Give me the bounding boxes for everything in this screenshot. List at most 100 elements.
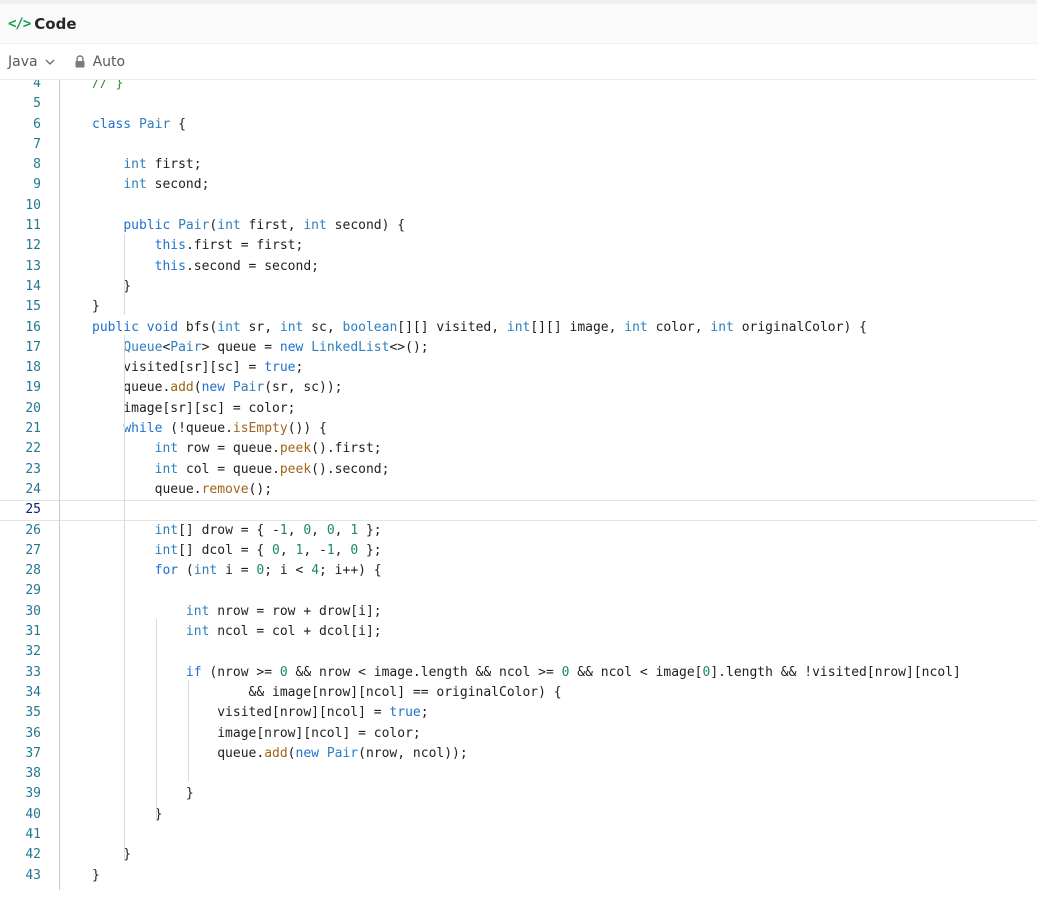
code-line[interactable]: 16 public void bfs(int sr, int sc, boolea… (0, 318, 1037, 338)
indent-guide (188, 680, 189, 781)
code-line[interactable]: 24 queue.remove(); (0, 480, 1037, 500)
line-number: 25 (25, 502, 41, 518)
indent-guide (124, 335, 125, 861)
line-number: 36 (25, 725, 41, 741)
code-text: int first; (123, 157, 202, 173)
code-line[interactable]: 21 while (!queue.isEmpty()) { (0, 419, 1037, 439)
code-line[interactable]: 10 (0, 196, 1037, 216)
line-number: 39 (25, 786, 41, 802)
code-text: } (92, 806, 163, 822)
editor-toolbar: Java Auto (0, 44, 1037, 80)
language-selector[interactable]: Java (8, 54, 56, 70)
code-text: class Pair { (92, 116, 186, 132)
code-line[interactable]: 41 (0, 825, 1037, 845)
line-number: 18 (25, 360, 41, 376)
code-line[interactable]: 42 } (0, 845, 1037, 865)
code-text: while (!queue.isEmpty()) { (123, 421, 327, 437)
code-line[interactable]: 8 int first; (0, 155, 1037, 175)
code-line[interactable]: 26 int[] drow = { -1, 0, 0, 1 }; (0, 521, 1037, 541)
code-line[interactable]: 43} (0, 866, 1037, 886)
line-number: 11 (25, 218, 41, 234)
line-number: 35 (25, 705, 41, 721)
indent-guide (156, 619, 157, 821)
line-number: 15 (25, 299, 41, 315)
line-number: 34 (25, 684, 41, 700)
line-number: 9 (33, 177, 41, 193)
line-number: 24 (25, 481, 41, 497)
code-line[interactable]: 15} (0, 297, 1037, 317)
panel-title: Code (34, 14, 77, 33)
line-number: 19 (25, 380, 41, 396)
code-line[interactable]: 4 // } (0, 80, 1037, 94)
line-number: 37 (25, 745, 41, 761)
line-number: 17 (25, 339, 41, 355)
line-number: 33 (25, 664, 41, 680)
code-line[interactable]: 20 image[sr][sc] = color; (0, 399, 1037, 419)
code-text: queue.remove(); (92, 481, 273, 497)
line-number: 43 (25, 867, 41, 883)
code-text: public void bfs(int sr, int sc, boolean[… (92, 319, 867, 335)
code-line[interactable]: 27 int[] dcol = { 0, 1, -1, 0 }; (0, 541, 1037, 561)
line-number: 38 (25, 766, 41, 782)
code-text: && image[nrow][ncol] == originalColor) { (92, 684, 562, 700)
code-line[interactable]: 29 (0, 581, 1037, 601)
line-number: 23 (25, 461, 41, 477)
line-number: 28 (25, 563, 41, 579)
line-number: 7 (33, 136, 41, 152)
lock-icon (75, 55, 85, 68)
code-icon: </> (8, 15, 31, 32)
line-number: 26 (25, 522, 41, 538)
line-number: 31 (25, 624, 41, 640)
code-text: public Pair(int first, int second) { (123, 218, 406, 234)
code-text: } (92, 299, 100, 315)
code-text: // } (92, 80, 124, 91)
code-line[interactable]: 14 } (0, 277, 1037, 297)
line-number: 14 (25, 278, 41, 294)
line-number: 42 (25, 847, 41, 863)
line-number: 8 (33, 157, 41, 173)
code-text: int row = queue.peek().first; (154, 441, 382, 457)
code-line[interactable]: 11 public Pair(int first, int second) { (0, 216, 1037, 236)
code-text: int[] drow = { -1, 0, 0, 1 }; (154, 522, 382, 538)
code-line[interactable]: 28 for (int i = 0; i < 4; i++) { (0, 561, 1037, 581)
line-number: 40 (25, 806, 41, 822)
code-text: visited[nrow][ncol] = true; (92, 705, 429, 721)
line-number: 4 (33, 80, 41, 91)
code-line[interactable]: 23 int col = queue.peek().second; (0, 460, 1037, 480)
mode-label: Auto (92, 53, 126, 70)
code-line[interactable]: 7 (0, 135, 1037, 155)
chevron-down-icon (45, 59, 55, 65)
code-text: } (92, 786, 194, 802)
line-number: 5 (33, 96, 41, 112)
code-text: queue.add(new Pair(nrow, ncol)); (92, 745, 468, 761)
line-number: 30 (25, 603, 41, 619)
code-line[interactable]: 19 queue.add(new Pair(sr, sc)); (0, 378, 1037, 398)
panel-header: </> Code (0, 4, 1037, 44)
line-number: 41 (25, 826, 41, 842)
code-line[interactable]: 13 this.second = second; (0, 257, 1037, 277)
line-number: 20 (25, 400, 41, 416)
code-line[interactable]: 12 this.first = first; (0, 236, 1037, 256)
code-text: if (nrow >= 0 && nrow < image.length && … (185, 664, 961, 680)
code-line[interactable]: 25 (0, 500, 1037, 521)
code-line[interactable]: 18 visited[sr][sc] = true; (0, 358, 1037, 378)
indent-guide (124, 234, 125, 315)
code-editor[interactable]: 4// } 5 6 class Pair {7 8 int first; 9 int se… (0, 80, 1037, 900)
line-number: 10 (25, 197, 41, 213)
line-number: 29 (25, 583, 41, 599)
line-number: 13 (25, 258, 41, 274)
language-label: Java (8, 53, 38, 70)
code-line[interactable]: 22 int row = queue.peek().first; (0, 439, 1037, 459)
line-number: 32 (25, 644, 41, 660)
code-text: int[] dcol = { 0, 1, -1, 0 }; (154, 542, 382, 558)
code-text: queue.add(new Pair(sr, sc)); (92, 380, 343, 396)
code-line[interactable]: 9 int second; (0, 175, 1037, 195)
code-text: } (92, 278, 132, 294)
code-text: } (92, 847, 132, 863)
code-line[interactable]: 6 class Pair { (0, 115, 1037, 135)
code-text: int nrow = row + drow[i]; (185, 603, 382, 619)
line-number: 6 (33, 116, 41, 132)
code-line[interactable]: 5 (0, 94, 1037, 114)
code-line[interactable]: 17 Queue<Pair> queue = new LinkedList<>(… (0, 338, 1037, 358)
line-number: 22 (25, 441, 41, 457)
